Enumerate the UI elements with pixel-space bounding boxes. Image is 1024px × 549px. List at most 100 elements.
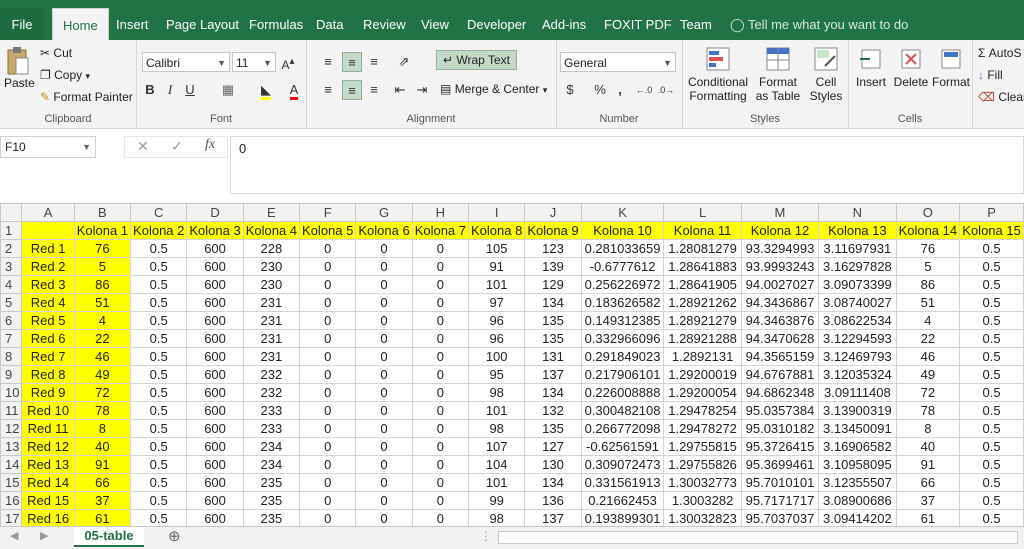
row-header[interactable]: 15 xyxy=(0,473,23,492)
cell[interactable]: 0 xyxy=(299,239,357,258)
cell[interactable]: 600 xyxy=(186,491,244,510)
cell[interactable]: 0 xyxy=(299,311,357,330)
cell[interactable]: 231 xyxy=(242,293,301,312)
cell[interactable]: 0 xyxy=(355,509,413,528)
row-header[interactable]: 12 xyxy=(0,419,23,438)
cell[interactable]: 0 xyxy=(411,293,470,312)
cell[interactable]: 8 xyxy=(895,419,961,438)
cell[interactable]: 132 xyxy=(524,401,582,420)
row-header[interactable]: 4 xyxy=(0,275,23,294)
cell[interactable]: Red 14 xyxy=(21,473,75,492)
cell[interactable]: 0.5 xyxy=(130,311,188,330)
cell[interactable]: 95.3699461 xyxy=(740,455,820,474)
cell[interactable]: 0 xyxy=(355,473,413,492)
cell[interactable]: 105 xyxy=(468,239,526,258)
cell[interactable]: 101 xyxy=(468,401,526,420)
cell[interactable]: 0.5 xyxy=(959,257,1024,276)
cell[interactable]: Kolona 12 xyxy=(740,221,820,240)
cell[interactable]: 5 xyxy=(73,257,132,276)
cell[interactable]: 0 xyxy=(355,437,413,456)
cell[interactable]: 232 xyxy=(242,383,301,402)
cell[interactable]: 1.28081279 xyxy=(663,239,742,258)
cell[interactable]: 86 xyxy=(73,275,132,294)
column-header[interactable]: J xyxy=(524,203,582,222)
cell[interactable]: 1.29200019 xyxy=(663,365,742,384)
cell[interactable]: 66 xyxy=(73,473,132,492)
row-header[interactable]: 3 xyxy=(0,257,23,276)
cell[interactable]: Red 8 xyxy=(21,365,75,384)
row-header[interactable]: 1 xyxy=(0,221,23,240)
cell[interactable]: Red 9 xyxy=(21,383,75,402)
cell[interactable]: 0 xyxy=(355,401,413,420)
cell[interactable]: 22 xyxy=(73,329,132,348)
cell[interactable]: 1.28641883 xyxy=(663,257,742,276)
cell[interactable]: 37 xyxy=(895,491,961,510)
cell[interactable]: 0.21662453 xyxy=(580,491,665,510)
column-header[interactable]: I xyxy=(468,203,526,222)
cell[interactable]: 0 xyxy=(355,365,413,384)
cell[interactable]: 1.28641905 xyxy=(663,275,742,294)
cell[interactable]: 134 xyxy=(524,383,582,402)
cell[interactable]: 234 xyxy=(242,437,301,456)
scroll-right-icon[interactable]: ▶ xyxy=(40,529,48,542)
cell[interactable]: 98 xyxy=(468,509,526,528)
cell[interactable]: 600 xyxy=(186,365,244,384)
cell[interactable]: 0.5 xyxy=(959,293,1024,312)
column-header[interactable]: E xyxy=(242,203,301,222)
percent-button[interactable]: % xyxy=(590,80,610,100)
cell[interactable]: 235 xyxy=(242,491,301,510)
cell[interactable]: 0.193899301 xyxy=(580,509,665,528)
cell[interactable]: 0 xyxy=(411,473,470,492)
align-bottom-icon[interactable]: ≡ xyxy=(364,52,384,72)
row-header[interactable]: 14 xyxy=(0,455,23,474)
cell[interactable]: 1.30032823 xyxy=(663,509,742,528)
formula-input[interactable]: 0 xyxy=(230,136,1024,194)
cell[interactable]: 51 xyxy=(895,293,961,312)
bold-icon[interactable]: B xyxy=(140,80,160,100)
tab-data[interactable]: Data xyxy=(316,8,343,40)
cell[interactable]: 0.5 xyxy=(130,383,188,402)
cell[interactable]: 1.29478272 xyxy=(663,419,742,438)
cell[interactable]: Red 15 xyxy=(21,491,75,510)
cell[interactable]: 101 xyxy=(468,473,526,492)
cell[interactable]: 37 xyxy=(73,491,132,510)
cell[interactable]: 0 xyxy=(355,293,413,312)
cancel-icon[interactable]: ✕ xyxy=(137,138,149,155)
cell[interactable]: 0.5 xyxy=(959,455,1024,474)
column-header[interactable]: D xyxy=(186,203,244,222)
cell[interactable]: 600 xyxy=(186,311,244,330)
row-header[interactable]: 6 xyxy=(0,311,23,330)
cell[interactable]: 0.5 xyxy=(130,365,188,384)
cell[interactable]: 1.29200054 xyxy=(663,383,742,402)
cell[interactable]: 93.9993243 xyxy=(740,257,820,276)
column-header[interactable]: H xyxy=(411,203,470,222)
cell[interactable]: 0 xyxy=(299,419,357,438)
cell[interactable]: 0.5 xyxy=(959,401,1024,420)
cell[interactable]: 131 xyxy=(524,347,582,366)
cell[interactable]: 72 xyxy=(73,383,132,402)
tab-page-layout[interactable]: Page Layout xyxy=(166,8,239,40)
cell[interactable]: 61 xyxy=(895,509,961,528)
cell[interactable]: 95.7171717 xyxy=(740,491,820,510)
cell[interactable]: 61 xyxy=(73,509,132,528)
orientation-icon[interactable]: ⇗ xyxy=(394,52,414,72)
row-header[interactable]: 5 xyxy=(0,293,23,312)
tab-file[interactable]: File xyxy=(0,8,44,40)
cell[interactable]: 600 xyxy=(186,419,244,438)
cell[interactable]: 1.28921288 xyxy=(663,329,742,348)
row-header[interactable]: 13 xyxy=(0,437,23,456)
cell[interactable]: Red 4 xyxy=(21,293,75,312)
tell-me-box[interactable]: ◯ Tell me what you want to do xyxy=(730,8,908,40)
cell[interactable]: 91 xyxy=(468,257,526,276)
row-header[interactable]: 17 xyxy=(0,509,23,528)
cell[interactable]: 600 xyxy=(186,239,244,258)
cell[interactable]: 600 xyxy=(186,509,244,528)
row-header[interactable]: 16 xyxy=(0,491,23,510)
cell[interactable]: 600 xyxy=(186,275,244,294)
cell[interactable]: 91 xyxy=(895,455,961,474)
column-header[interactable]: N xyxy=(818,203,897,222)
cell[interactable]: 0 xyxy=(355,275,413,294)
cell[interactable]: 49 xyxy=(895,365,961,384)
cell[interactable]: 0.291849023 xyxy=(580,347,665,366)
cell[interactable]: 0 xyxy=(299,401,357,420)
